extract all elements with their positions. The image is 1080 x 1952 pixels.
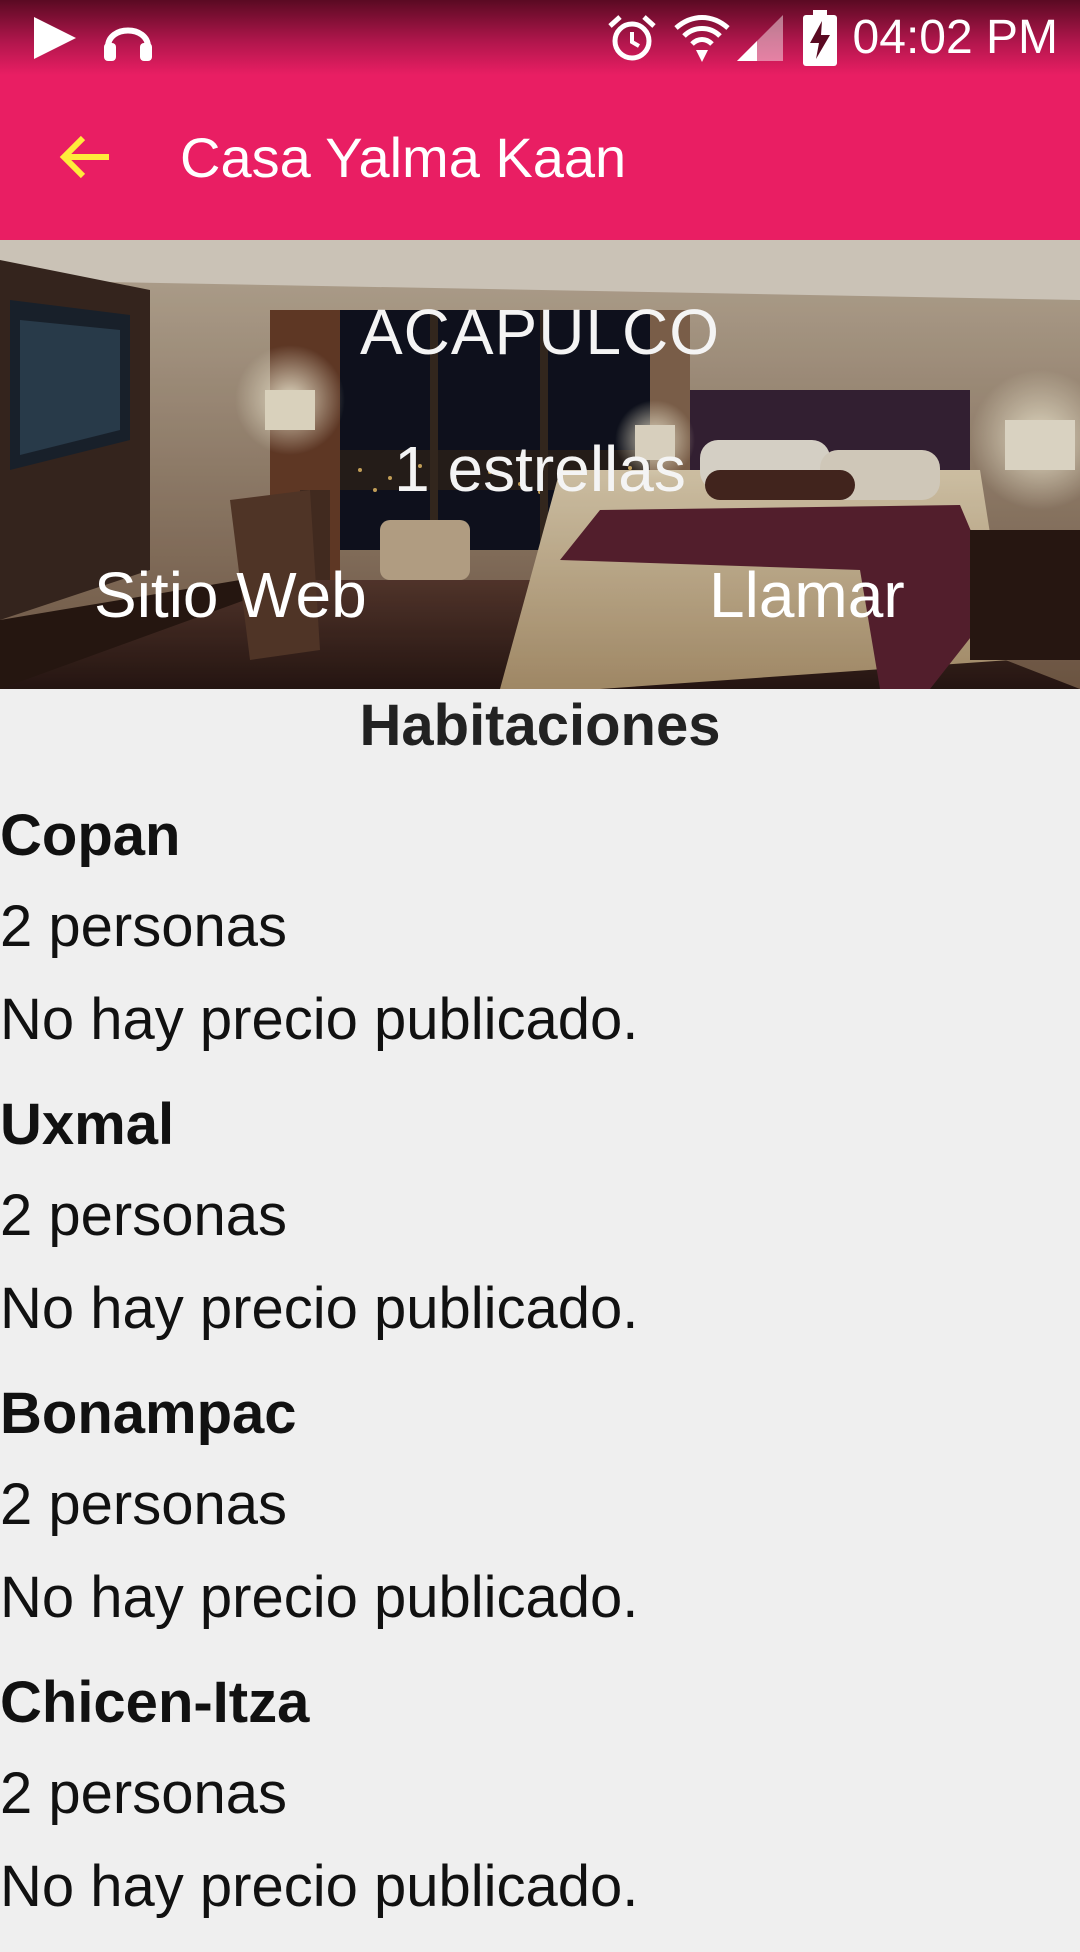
arrow-back-icon (59, 135, 109, 179)
status-time: 04:02 PM (852, 11, 1058, 64)
room-price: No hay precio publicado. (0, 1854, 639, 1919)
rooms-section-title: Habitaciones (359, 693, 721, 758)
play-icon (26, 0, 82, 75)
cell-signal-icon (734, 0, 786, 75)
list-item: Uxmal 2 personas No hay precio publicado… (0, 1085, 1080, 1374)
room-capacity: 2 personas (0, 1472, 287, 1537)
rooms-list: Copan 2 personas No hay precio publicado… (0, 796, 1080, 1952)
room-name: Chicen-Itza (0, 1670, 310, 1735)
list-item: Chicen-Itza 2 personas No hay precio pub… (0, 1663, 1080, 1952)
list-item: Copan 2 personas No hay precio publicado… (0, 796, 1080, 1085)
back-button[interactable] (40, 112, 130, 202)
headphones-icon (98, 0, 158, 75)
hotel-city: ACAPULCO (359, 296, 721, 368)
room-name: Bonampac (0, 1381, 297, 1446)
list-item: Bonampac 2 personas No hay precio public… (0, 1374, 1080, 1663)
hotel-stars: 1 estrellas (394, 433, 686, 505)
battery-charging-icon (800, 0, 840, 75)
room-capacity: 2 personas (0, 1183, 287, 1248)
website-button[interactable]: Sitio Web (94, 558, 367, 632)
wifi-icon (672, 0, 732, 75)
alarm-icon (604, 0, 660, 75)
room-name: Copan (0, 803, 181, 868)
call-button[interactable]: Llamar (709, 558, 905, 632)
room-price: No hay precio publicado. (0, 1565, 639, 1630)
hotel-header-image: ACAPULCO 1 estrellas Sitio Web Llamar (0, 240, 1080, 689)
app-toolbar: Casa Yalma Kaan (0, 75, 1080, 240)
status-bar: 04:02 PM (0, 0, 1080, 75)
room-capacity: 2 personas (0, 894, 287, 959)
page-title: Casa Yalma Kaan (180, 126, 627, 189)
room-capacity: 2 personas (0, 1761, 287, 1826)
room-price: No hay precio publicado. (0, 1276, 639, 1341)
room-name: Uxmal (0, 1092, 175, 1157)
room-price: No hay precio publicado. (0, 987, 639, 1052)
